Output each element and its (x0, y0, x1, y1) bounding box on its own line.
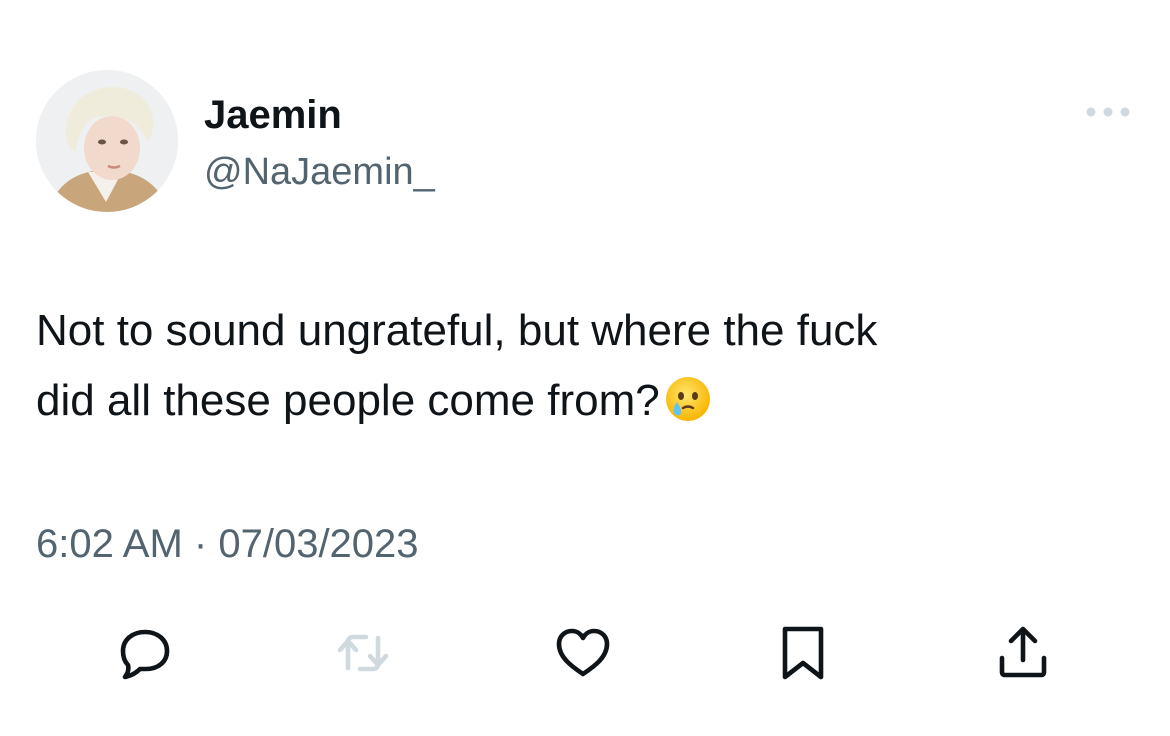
share-icon (999, 626, 1047, 678)
avatar[interactable] (36, 70, 178, 212)
tweet-text-line-2-wrapper: did all these people come from? (36, 366, 1136, 436)
timestamp-separator: · (193, 522, 208, 566)
bookmark-icon (782, 626, 824, 680)
bookmark-button[interactable] (770, 620, 836, 686)
reply-icon (120, 629, 170, 680)
face-holding-back-tears-emoji-icon (665, 377, 710, 421)
avatar-image (36, 70, 178, 212)
display-name[interactable]: Jaemin (204, 92, 342, 138)
retweet-icon (337, 634, 389, 672)
more-button[interactable] (1080, 94, 1136, 130)
like-button[interactable] (550, 620, 616, 686)
retweet-button[interactable] (330, 620, 396, 686)
share-button[interactable] (990, 620, 1056, 686)
tweet-text-line-1: Not to sound ungrateful, but where the f… (36, 306, 878, 355)
tweet-timestamp[interactable]: 6:02 AM · 07/03/2023 (36, 520, 419, 568)
heart-icon (556, 628, 610, 677)
tweet-text: Not to sound ungrateful, but where the f… (36, 296, 1136, 436)
user-handle[interactable]: @NaJaemin_ (204, 150, 435, 194)
tweet: Jaemin @NaJaemin_ Not to sound ungratefu… (0, 0, 1170, 736)
more-icon (1086, 107, 1130, 117)
reply-button[interactable] (112, 620, 178, 686)
tweet-text-line-2: did all these people come from? (36, 376, 660, 425)
tweet-date: 07/03/2023 (218, 522, 419, 566)
tweet-time: 6:02 AM (36, 522, 183, 566)
